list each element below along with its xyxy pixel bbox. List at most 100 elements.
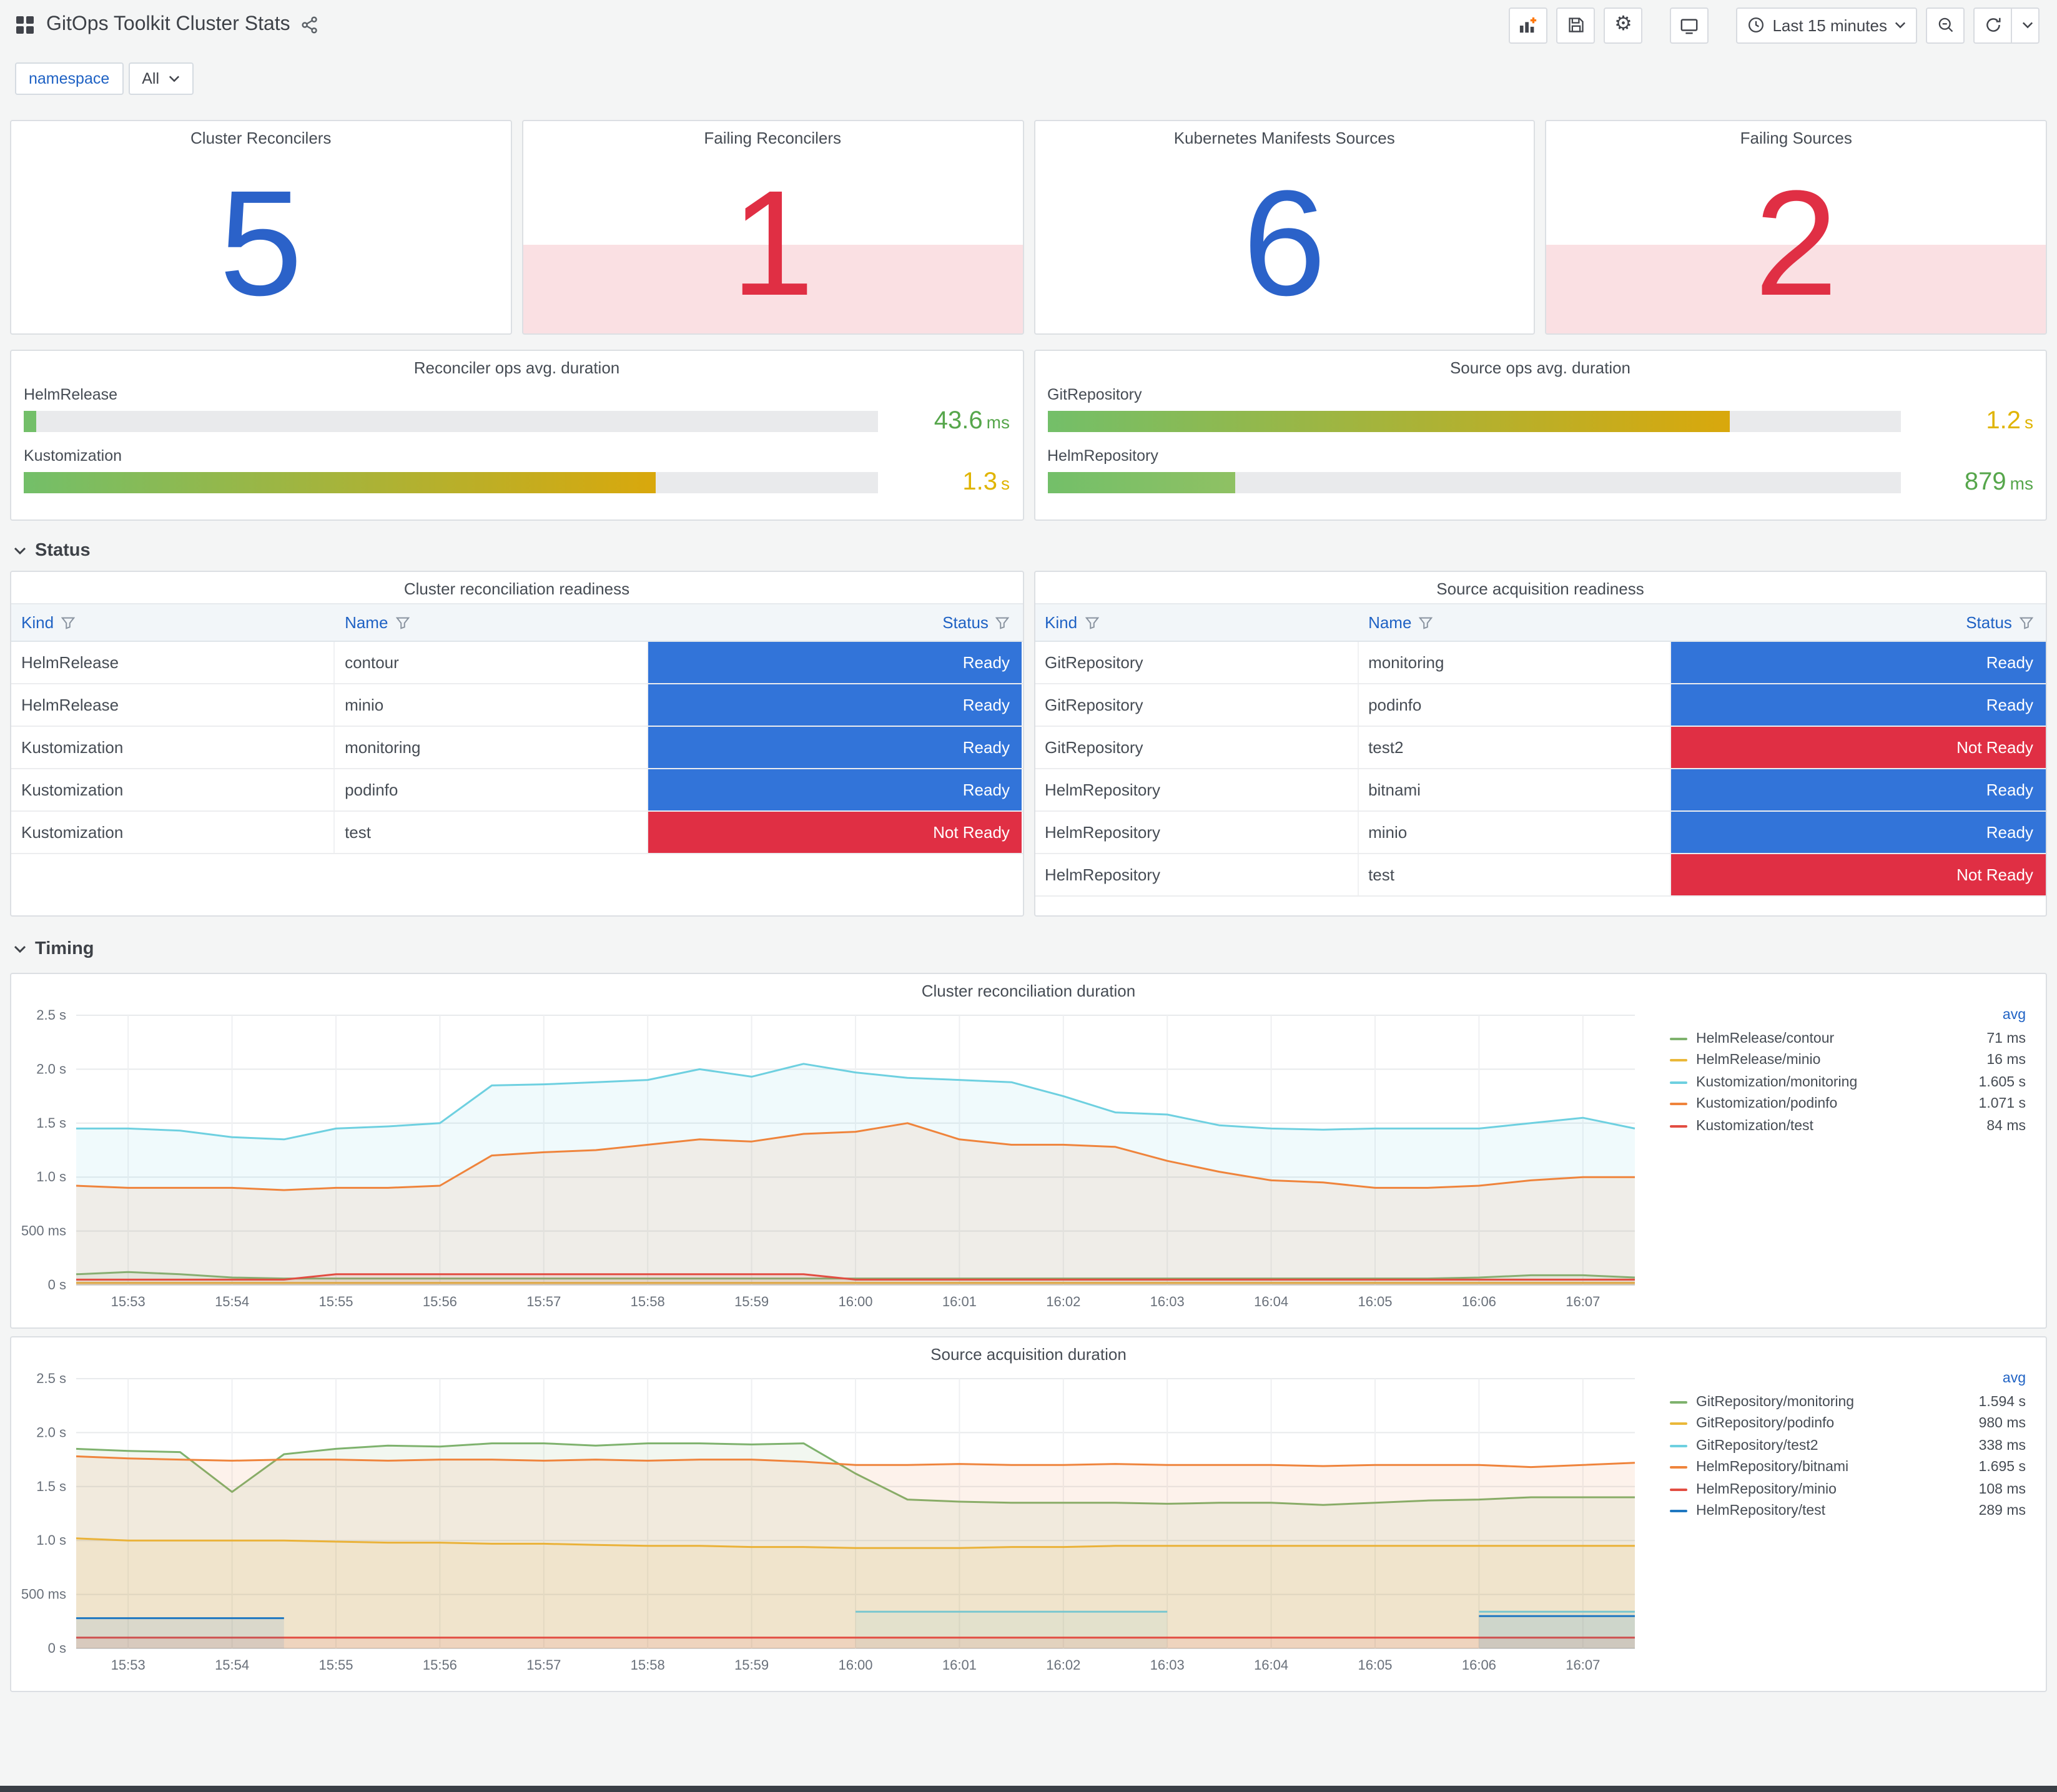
svg-text:15:54: 15:54 — [215, 1294, 249, 1309]
svg-text:16:04: 16:04 — [1254, 1657, 1288, 1673]
time-series-plot[interactable]: 0 s 500 ms 1.0 s 1.5 s 2.0 s 2.5 s 15:53 15:54 1… — [14, 1005, 1650, 1312]
gauge-row-helmrepository: HelmRepository 879 ms — [1047, 447, 2033, 497]
status-badge: Ready — [648, 642, 1022, 683]
chevron-down-icon — [14, 945, 26, 953]
column-header-kind[interactable]: Kind — [1035, 604, 1358, 641]
add-panel-button[interactable] — [1509, 7, 1548, 43]
series-color-swatch — [1670, 1081, 1687, 1084]
section-header-timing[interactable]: Timing — [14, 937, 2043, 962]
legend-item[interactable]: Kustomization/test 84 ms — [1670, 1115, 2026, 1137]
refresh-button[interactable] — [1973, 7, 2012, 43]
panel-source-acquisition-readiness: Source acquisition readiness Kind Name S… — [1033, 571, 2047, 917]
series-avg-value: 108 ms — [1978, 1482, 2026, 1497]
legend-item[interactable]: HelmRelease/minio 16 ms — [1670, 1050, 2026, 1071]
cell-name: test — [335, 812, 648, 853]
dashboard-settings-button[interactable]: ⚙ — [1604, 7, 1643, 43]
panel-title: Source acquisition duration — [930, 1345, 1127, 1364]
series-name: GitRepository/test2 — [1696, 1438, 1818, 1454]
time-range-label: Last 15 minutes — [1772, 16, 1887, 34]
svg-text:2.5 s: 2.5 s — [36, 1371, 66, 1386]
svg-text:1.5 s: 1.5 s — [36, 1115, 66, 1131]
gauge-track — [24, 411, 877, 432]
namespace-select[interactable]: All — [128, 62, 194, 95]
cell-kind: HelmRelease — [11, 642, 335, 683]
share-icon[interactable] — [302, 16, 319, 34]
filter-icon[interactable] — [61, 616, 76, 629]
dashboard-header: GitOps Toolkit Cluster Stats ⚙ Last 15 m… — [0, 0, 2057, 50]
legend-item[interactable]: HelmRepository/test 289 ms — [1670, 1500, 2026, 1522]
status-badge: Ready — [1671, 812, 2046, 853]
series-name: HelmRelease/contour — [1696, 1031, 1835, 1046]
svg-text:16:07: 16:07 — [1566, 1657, 1600, 1673]
legend-item[interactable]: HelmRepository/minio 108 ms — [1670, 1479, 2026, 1500]
variable-label-text: namespace — [29, 70, 110, 87]
status-badge: Ready — [1671, 642, 2046, 683]
panel-title: Cluster reconciliation duration — [921, 982, 1136, 1000]
svg-text:1.0 s: 1.0 s — [36, 1532, 66, 1548]
legend-item[interactable]: Kustomization/podinfo 1.071 s — [1670, 1093, 2026, 1115]
filter-icon[interactable] — [2019, 616, 2033, 629]
section-header-status[interactable]: Status — [14, 538, 2043, 563]
cell-name: minio — [335, 684, 648, 726]
panel-title: Reconciler ops avg. duration — [413, 358, 620, 377]
column-header-kind[interactable]: Kind — [11, 604, 335, 641]
refresh-interval-dropdown[interactable] — [2012, 7, 2040, 43]
table-row: GitRepository podinfo Ready — [1035, 684, 2046, 727]
column-header-status[interactable]: Status — [648, 604, 1022, 641]
legend-item[interactable]: HelmRepository/bitnami 1.695 s — [1670, 1457, 2026, 1479]
cell-name: contour — [335, 642, 648, 683]
column-header-name[interactable]: Name — [335, 604, 648, 641]
time-series-plot[interactable]: 0 s 500 ms 1.0 s 1.5 s 2.0 s 2.5 s 15:53 15:54 1… — [14, 1369, 1650, 1676]
series-color-swatch — [1670, 1059, 1687, 1062]
legend-item[interactable]: HelmRelease/contour 71 ms — [1670, 1028, 2026, 1050]
panel-title: Cluster reconciliation readiness — [403, 579, 630, 598]
cell-name: bitnami — [1358, 769, 1672, 810]
filter-icon[interactable] — [1085, 616, 1099, 629]
gear-icon: ⚙ — [1614, 14, 1632, 35]
panel-title: Source acquisition readiness — [1436, 579, 1644, 598]
stat-panel-failing-sources: Failing Sources 2 — [1545, 120, 2047, 335]
status-badge: Ready — [1671, 684, 2046, 726]
column-header-status[interactable]: Status — [1672, 604, 2046, 641]
series-avg-value: 71 ms — [1986, 1031, 2026, 1046]
cell-name: podinfo — [1358, 684, 1672, 726]
series-color-swatch — [1670, 1422, 1687, 1425]
stat-value: 1 — [731, 159, 815, 327]
series-color-swatch — [1670, 1488, 1687, 1491]
add-panel-icon — [1519, 16, 1537, 34]
cell-kind: HelmRelease — [11, 684, 335, 726]
svg-text:16:05: 16:05 — [1358, 1657, 1392, 1673]
zoom-out-time-button[interactable] — [1926, 7, 1965, 43]
cell-name: test2 — [1358, 727, 1672, 768]
svg-text:16:07: 16:07 — [1566, 1294, 1600, 1309]
column-header-name[interactable]: Name — [1358, 604, 1672, 641]
cycle-view-mode-button[interactable] — [1670, 7, 1709, 43]
section-title: Timing — [35, 939, 94, 959]
stat-value: 6 — [1243, 159, 1326, 327]
dashboards-grid-icon[interactable] — [15, 15, 35, 35]
filter-icon[interactable] — [995, 616, 1010, 629]
legend-item[interactable]: Kustomization/monitoring 1.605 s — [1670, 1071, 2026, 1093]
legend-item[interactable]: GitRepository/monitoring 1.594 s — [1670, 1391, 2026, 1413]
filter-icon[interactable] — [395, 616, 410, 629]
legend-item[interactable]: GitRepository/test2 338 ms — [1670, 1435, 2026, 1457]
gauge-fill — [24, 472, 656, 493]
gauge-row-gitrepository: GitRepository 1.2 s — [1047, 386, 2033, 436]
series-avg-value: 1.605 s — [1978, 1075, 2026, 1090]
gauge-track — [1047, 472, 1901, 493]
svg-text:2.0 s: 2.0 s — [36, 1424, 66, 1440]
series-name: Kustomization/test — [1696, 1118, 1813, 1134]
save-dashboard-button[interactable] — [1556, 7, 1596, 43]
time-range-picker[interactable]: Last 15 minutes — [1736, 7, 1917, 43]
cell-name: monitoring — [335, 727, 648, 768]
gauge-fill — [24, 411, 37, 432]
filter-icon[interactable] — [1419, 616, 1433, 629]
series-avg-value: 289 ms — [1978, 1504, 2026, 1519]
legend-item[interactable]: GitRepository/podinfo 980 ms — [1670, 1413, 2026, 1435]
svg-text:16:00: 16:00 — [838, 1657, 872, 1673]
series-color-swatch — [1670, 1466, 1687, 1469]
series-name: Kustomization/monitoring — [1696, 1075, 1858, 1090]
series-name: GitRepository/monitoring — [1696, 1394, 1855, 1410]
tables-row: Cluster reconciliation readiness Kind Na… — [10, 571, 2047, 917]
stat-panel-manifests-sources: Kubernetes Manifests Sources 6 — [1033, 120, 1536, 335]
